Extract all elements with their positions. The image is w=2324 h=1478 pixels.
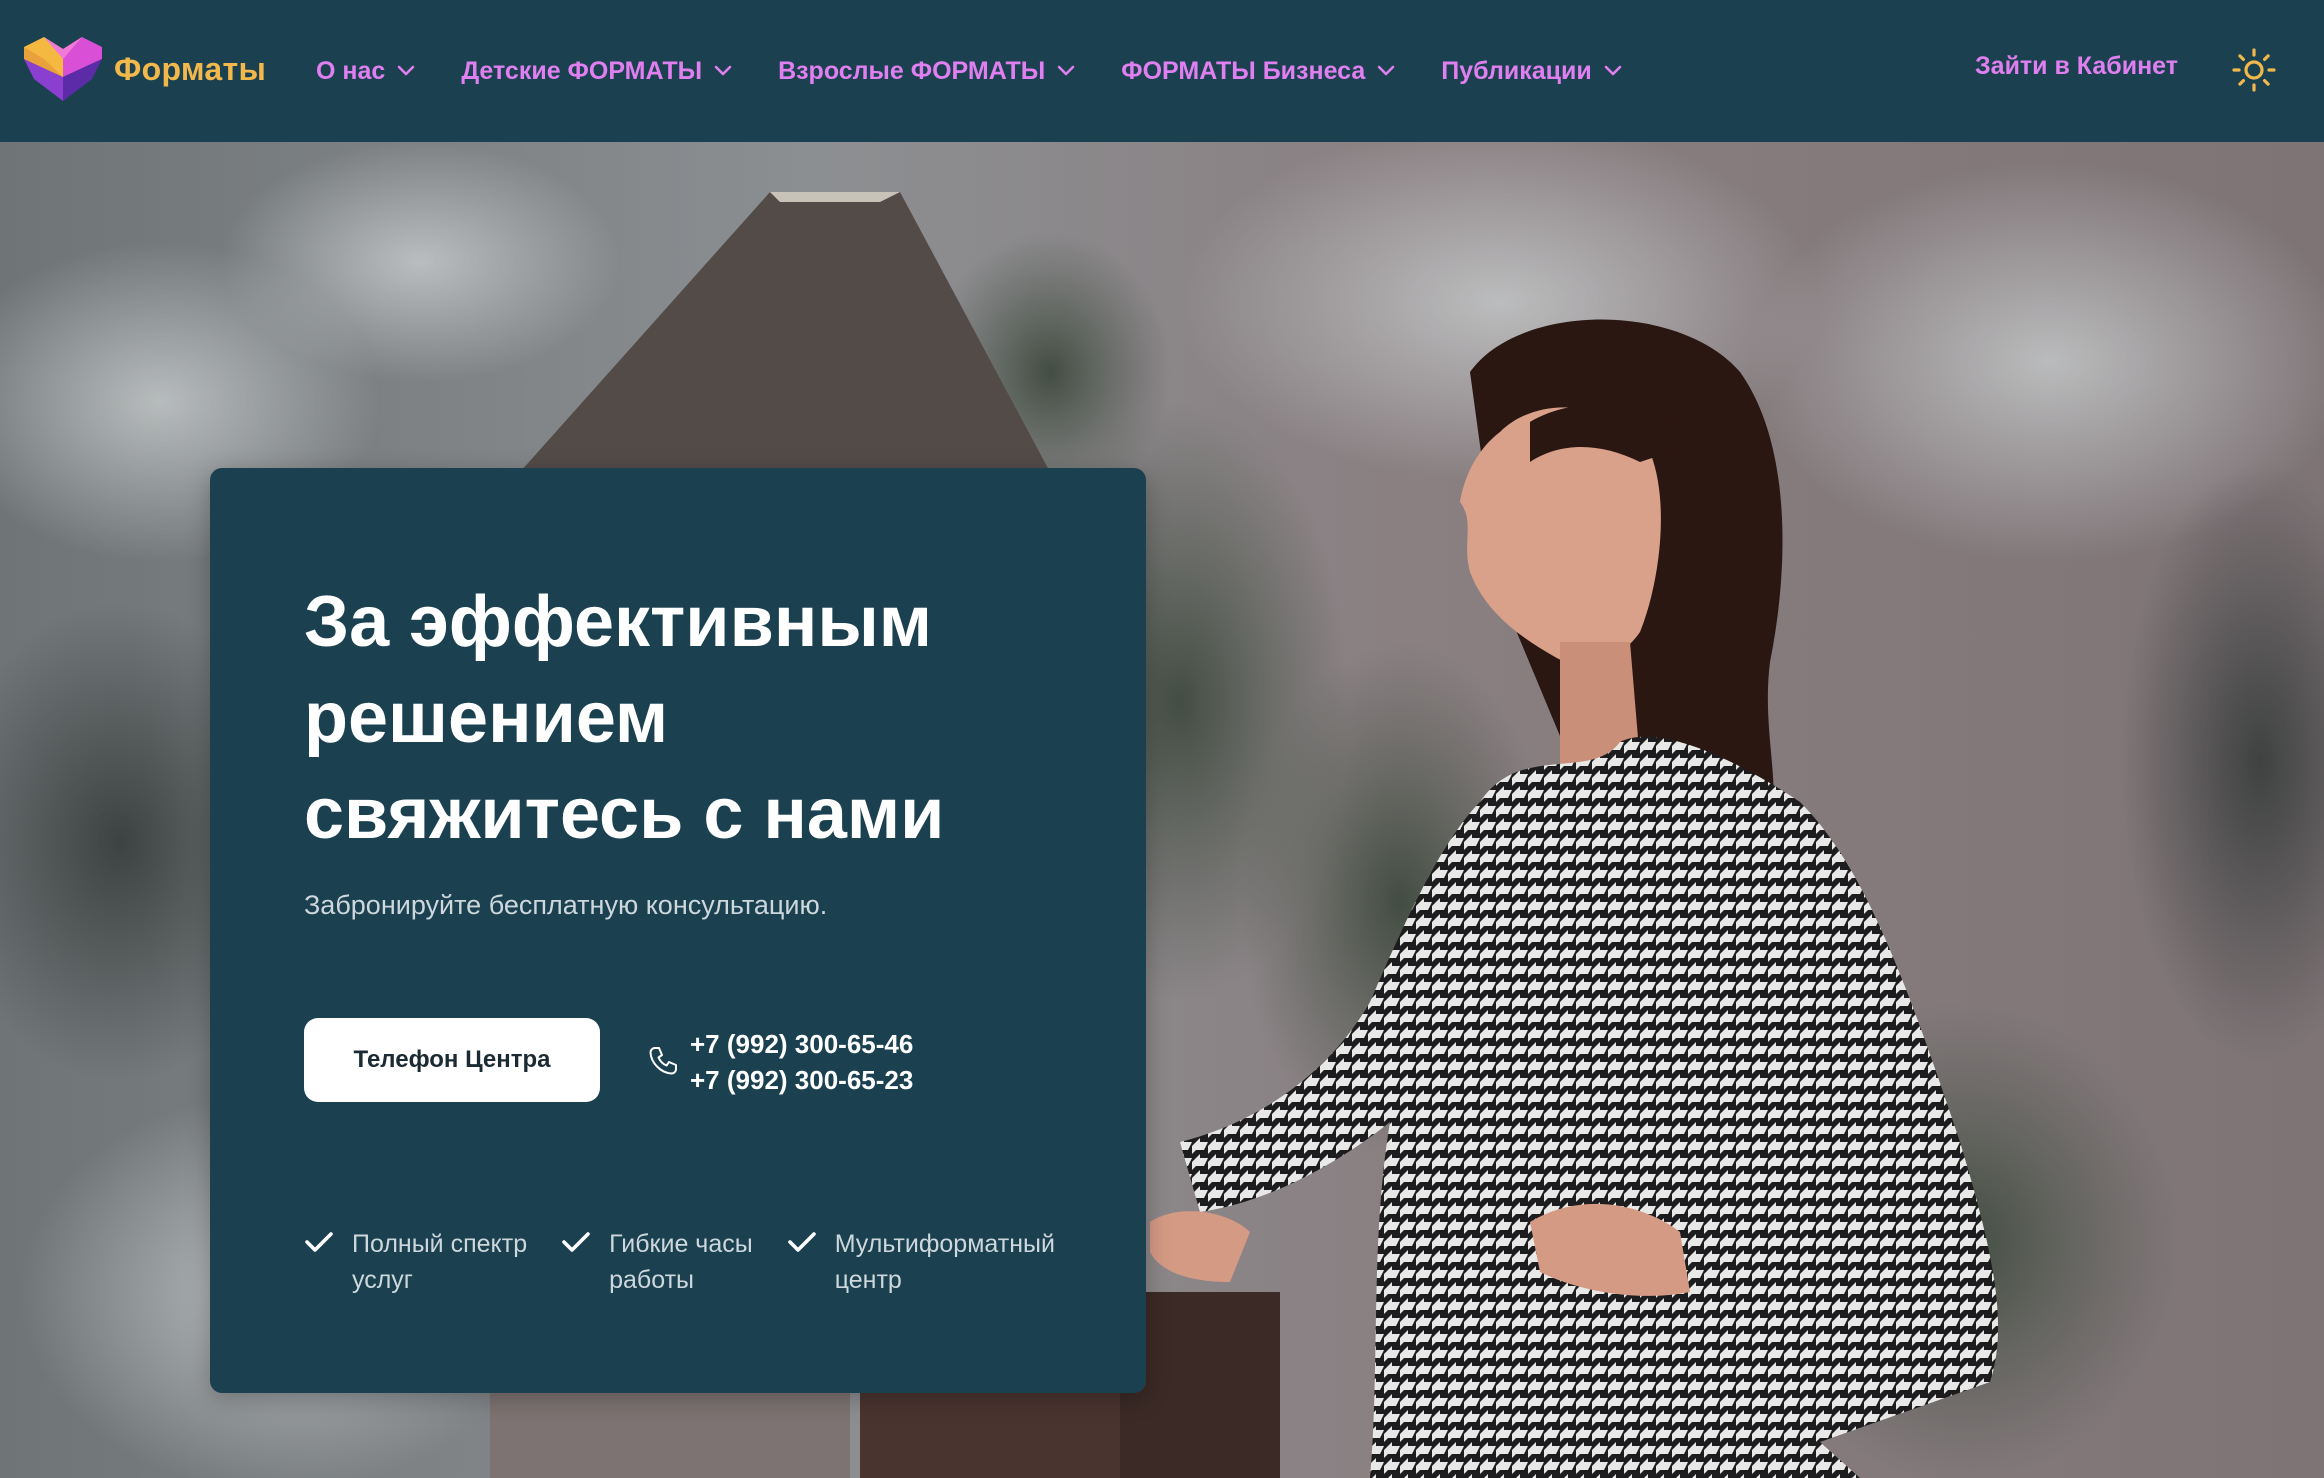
- nav-item-adult-formats[interactable]: Взрослые ФОРМАТЫ: [778, 57, 1075, 86]
- check-icon: [562, 1232, 590, 1252]
- logo-text: Форматы: [114, 50, 267, 87]
- hero-title-line: решением: [304, 678, 669, 758]
- nav-item-label: Взрослые ФОРМАТЫ: [778, 56, 1046, 85]
- center-phone-button[interactable]: Телефон Центра: [304, 1018, 600, 1102]
- phone-icon: [649, 1047, 677, 1075]
- hero-title-line: За эффективным: [304, 582, 933, 662]
- sun-icon[interactable]: [2232, 48, 2276, 92]
- chevron-down-icon: [714, 65, 732, 76]
- main-nav: О нас Детские ФОРМАТЫ Взрослые ФОРМАТЫ Ф…: [316, 0, 1668, 142]
- feature-list: Полный спектр услуг Гибкие часы работы М…: [304, 1226, 1089, 1298]
- hero-title: За эффективным решением свяжитесь с нами: [304, 574, 1084, 862]
- phone-numbers: +7 (992) 300-65-46 +7 (992) 300-65-23: [690, 1026, 913, 1098]
- chevron-down-icon: [1377, 65, 1395, 76]
- feature-item: Гибкие часы работы: [561, 1226, 753, 1298]
- logo-heart-icon: [24, 37, 102, 101]
- phone-link[interactable]: +7 (992) 300-65-23: [690, 1062, 913, 1098]
- phone-link[interactable]: +7 (992) 300-65-46: [690, 1026, 913, 1062]
- nav-item-about[interactable]: О нас: [316, 57, 415, 86]
- nav-item-label: Публикации: [1441, 56, 1592, 85]
- nav-item-label: ФОРМАТЫ Бизнеса: [1121, 56, 1366, 85]
- hero-title-line: свяжитесь с нами: [304, 774, 945, 854]
- feature-text: услуг: [352, 1266, 413, 1294]
- feature-text: Мультиформатный: [834, 1230, 1055, 1258]
- feature-text: Гибкие часы: [609, 1230, 753, 1258]
- check-icon: [305, 1232, 333, 1252]
- nav-item-label: О нас: [316, 56, 386, 85]
- feature-text: работы: [609, 1266, 695, 1294]
- contact-card: За эффективным решением свяжитесь с нами…: [210, 468, 1146, 1393]
- feature-text: центр: [834, 1266, 902, 1294]
- nav-item-business-formats[interactable]: ФОРМАТЫ Бизнеса: [1121, 57, 1395, 86]
- login-link[interactable]: Зайти в Кабинет: [1975, 52, 2178, 81]
- nav-item-label: Детские ФОРМАТЫ: [461, 56, 703, 85]
- chevron-down-icon: [1604, 65, 1622, 76]
- feature-text: Полный спектр: [352, 1230, 528, 1258]
- feature-item: Полный спектр услуг: [304, 1226, 527, 1298]
- logo[interactable]: Форматы: [24, 36, 266, 102]
- site-header: Форматы О нас Детские ФОРМАТЫ Взрослые Ф…: [0, 0, 2324, 142]
- nav-item-kids-formats[interactable]: Детские ФОРМАТЫ: [461, 57, 732, 86]
- chevron-down-icon: [1057, 65, 1075, 76]
- chevron-down-icon: [398, 65, 415, 76]
- feature-item: Мультиформатный центр: [787, 1226, 1055, 1298]
- check-icon: [787, 1232, 816, 1252]
- nav-item-publications[interactable]: Публикации: [1441, 56, 1622, 86]
- hero-subtitle: Забронируйте бесплатную консультацию.: [304, 890, 828, 920]
